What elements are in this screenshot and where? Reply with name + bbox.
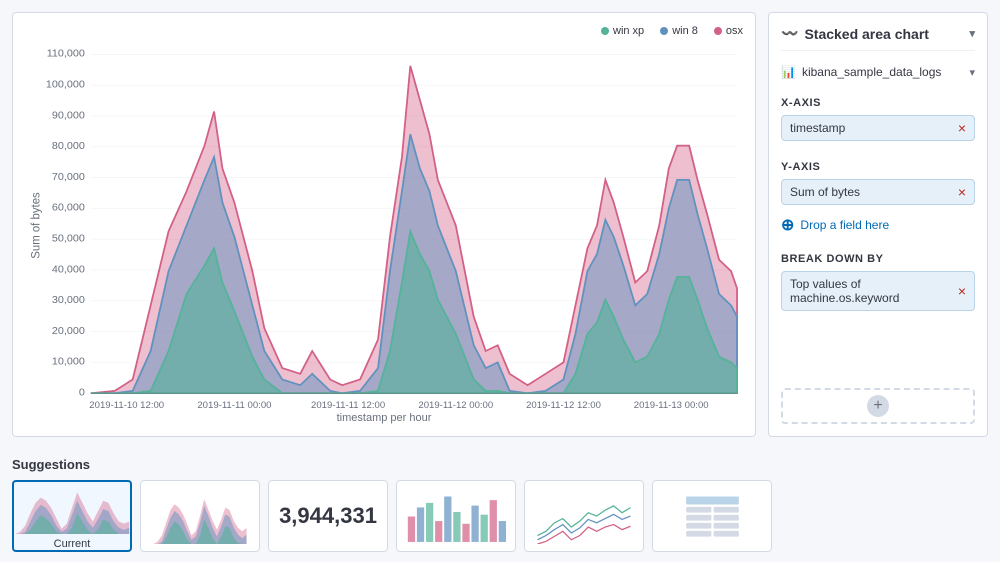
suggestion-card-5[interactable] [524,480,644,552]
legend-dot-winxp [601,27,609,35]
svg-text:Sum of bytes: Sum of bytes [29,192,42,259]
x-axis-label: timestamp per hour [25,412,743,424]
x-axis-field-value: timestamp [790,121,845,135]
mini-chart-bars [406,489,506,544]
mini-chart-2 [141,489,259,544]
suggestion-card-current[interactable]: Current [12,480,132,552]
chart-type-label: Stacked area chart [804,26,929,42]
svg-text:20,000: 20,000 [52,325,85,337]
svg-text:2019-11-13 00:00: 2019-11-13 00:00 [634,400,709,408]
right-panel: 〰️ Stacked area chart ▾ 📊 kibana_sample_… [768,12,988,437]
chart-panel: win xp win 8 osx Sum of bytes 110,000 10… [12,12,756,437]
svg-text:2019-11-11 12:00: 2019-11-11 12:00 [311,400,385,408]
breakdown-field-tag: Top values of machine.os.keyword × [781,271,975,311]
x-axis-section-label: X-axis [781,97,975,109]
breakdown-section: Break down by Top values of machine.os.k… [781,253,975,311]
x-axis-field-tag: timestamp × [781,115,975,141]
svg-text:0: 0 [79,387,85,399]
svg-text:40,000: 40,000 [52,263,85,275]
drop-field-button[interactable]: ⊕ Drop a field here [781,211,975,239]
dashed-drop-area[interactable]: + [781,388,975,424]
svg-text:50,000: 50,000 [52,233,85,245]
datasource-row[interactable]: 📊 kibana_sample_data_logs ▾ [781,61,975,83]
legend-label-winxp: win xp [613,25,644,37]
x-axis-remove-button[interactable]: × [958,121,966,135]
svg-text:80,000: 80,000 [52,140,85,152]
dashed-plus-icon: + [867,395,889,417]
legend-label-osx: osx [726,25,743,37]
svg-text:2019-11-12 00:00: 2019-11-12 00:00 [418,400,493,408]
suggestions-title: Suggestions [12,457,988,472]
x-axis-section: X-axis timestamp × [781,97,975,147]
chart-area: Sum of bytes 110,000 100,000 90,000 80,0… [25,43,743,408]
legend-item-win8: win 8 [660,25,698,37]
suggestions-section: Suggestions Current 3,944,331 [0,449,1000,562]
legend-item-winxp: win xp [601,25,644,37]
svg-text:90,000: 90,000 [52,109,85,121]
legend-dot-win8 [660,27,668,35]
chart-type-icon: 〰️ [781,25,798,42]
breakdown-section-label: Break down by [781,253,975,265]
chart-type-chevron-icon[interactable]: ▾ [969,27,975,40]
breakdown-remove-button[interactable]: × [958,284,966,298]
y-axis-remove-button[interactable]: × [958,185,966,199]
panel-header: 〰️ Stacked area chart ▾ [781,25,975,51]
chart-svg: Sum of bytes 110,000 100,000 90,000 80,0… [25,43,743,408]
datasource-icon: 📊 [781,65,796,79]
suggestion-number-value: 3,944,331 [279,503,377,529]
suggestions-row: Current 3,944,331 [12,480,988,552]
legend-label-win8: win 8 [672,25,698,37]
mini-chart-5 [525,489,643,544]
plus-icon: ⊕ [781,215,794,235]
suggestion-card-number[interactable]: 3,944,331 [268,480,388,552]
legend-dot-osx [714,27,722,35]
svg-text:2019-11-12 12:00: 2019-11-12 12:00 [526,400,601,408]
breakdown-field-value: Top values of machine.os.keyword [790,277,899,305]
legend-item-osx: osx [714,25,743,37]
y-axis-field-value: Sum of bytes [790,185,860,199]
svg-text:10,000: 10,000 [52,356,85,368]
suggestion-card-2[interactable] [140,480,260,552]
drop-field-label: Drop a field here [800,218,889,232]
svg-text:30,000: 30,000 [52,294,85,306]
datasource-label: kibana_sample_data_logs [802,65,941,79]
suggestion-label-current: Current [54,538,91,550]
datasource-chevron-icon[interactable]: ▾ [969,66,975,79]
svg-text:70,000: 70,000 [52,171,85,183]
svg-text:2019-11-10 12:00: 2019-11-10 12:00 [89,400,164,408]
svg-text:100,000: 100,000 [46,79,85,91]
svg-text:60,000: 60,000 [52,202,85,214]
chart-legend: win xp win 8 osx [25,25,743,37]
main-content: win xp win 8 osx Sum of bytes 110,000 10… [0,0,1000,449]
y-axis-section-label: Y-axis [781,161,975,173]
mini-chart-current [14,482,130,534]
y-axis-field-tag: Sum of bytes × [781,179,975,205]
y-axis-section: Y-axis Sum of bytes × ⊕ Drop a field her… [781,161,975,239]
table-icon [685,495,740,537]
svg-text:2019-11-11 00:00: 2019-11-11 00:00 [197,400,271,408]
suggestion-card-table[interactable] [652,480,772,552]
svg-text:110,000: 110,000 [47,48,85,60]
suggestion-card-4[interactable] [396,480,516,552]
